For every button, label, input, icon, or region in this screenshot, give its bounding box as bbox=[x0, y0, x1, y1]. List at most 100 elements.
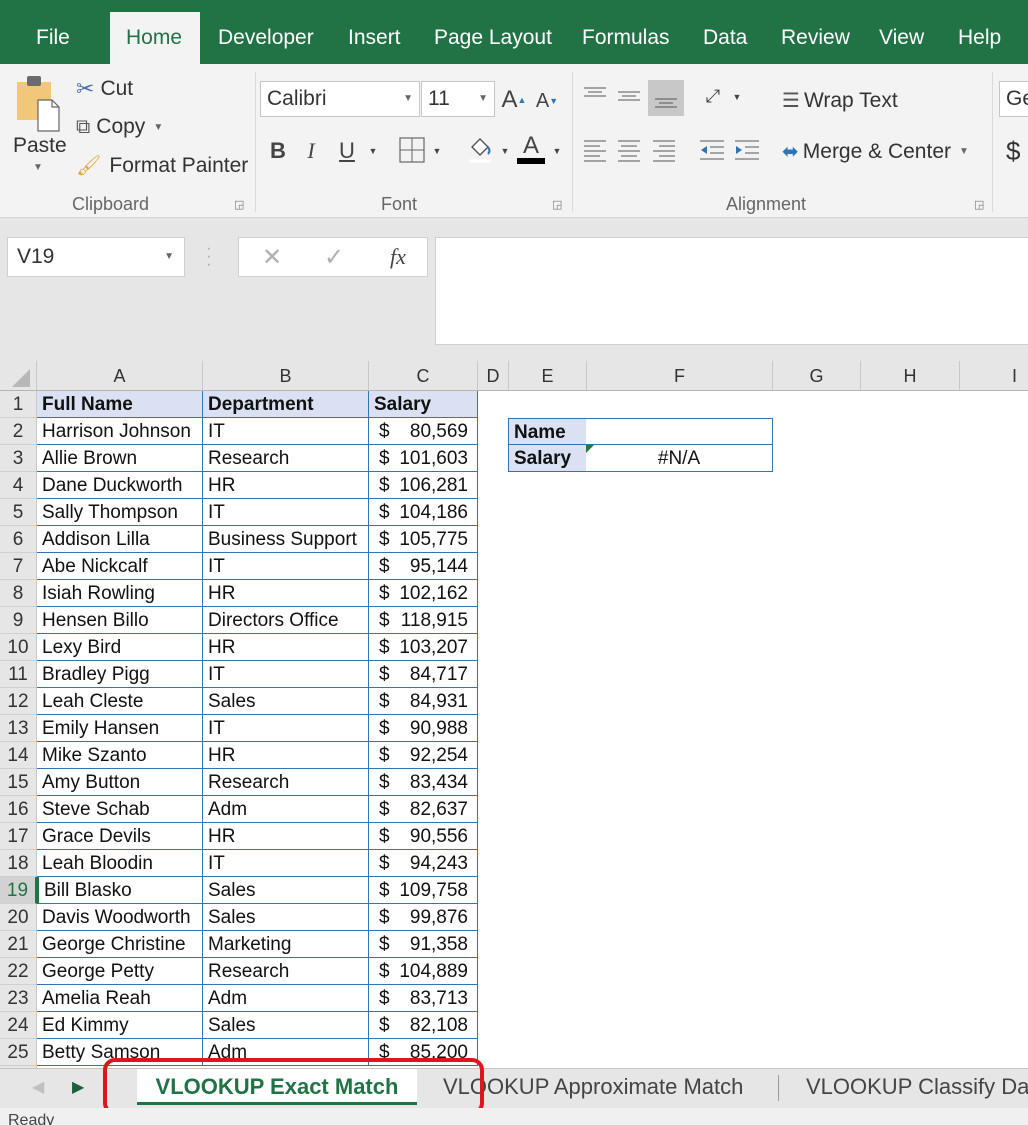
table-cell-department[interactable]: Sales bbox=[203, 1012, 369, 1039]
table-cell-name[interactable]: Dane Duckworth bbox=[37, 472, 203, 499]
error-indicator-icon[interactable] bbox=[586, 445, 594, 453]
table-cell-name[interactable]: Abe Nickcalf bbox=[37, 553, 203, 580]
table-cell-name[interactable]: Davis Woodworth bbox=[37, 904, 203, 931]
underline-button[interactable]: U bbox=[336, 136, 358, 166]
row-header-14[interactable]: 14 bbox=[0, 742, 37, 769]
table-cell-salary[interactable]: $82,108 bbox=[369, 1012, 478, 1039]
row-header-2[interactable]: 2 bbox=[0, 418, 37, 445]
italic-button[interactable]: I bbox=[300, 136, 322, 166]
merge-center-button[interactable]: ⬌ Merge & Center ▼ bbox=[782, 139, 969, 164]
orientation-dropdown-caret[interactable]: ▼ bbox=[730, 88, 744, 106]
column-header-b[interactable]: B bbox=[203, 361, 369, 391]
column-header-f[interactable]: F bbox=[587, 361, 773, 391]
table-header-full-name[interactable]: Full Name bbox=[37, 391, 203, 418]
increase-indent-icon[interactable] bbox=[732, 136, 762, 164]
table-cell-department[interactable]: IT bbox=[203, 661, 369, 688]
align-center-icon[interactable] bbox=[615, 136, 643, 164]
table-cell-salary[interactable]: $90,556 bbox=[369, 823, 478, 850]
table-cell-department[interactable]: Directors Office bbox=[203, 607, 369, 634]
row-header-15[interactable]: 15 bbox=[0, 769, 37, 796]
worksheet-grid[interactable]: ABCDEFGHI 1 2 3 4 5 6 7 8 9 10 11 12 13 14 15 16 17 18 19 2… bbox=[0, 361, 1028, 1068]
scroll-tabs-left-icon[interactable]: ◀ bbox=[32, 1077, 44, 1097]
table-cell-name[interactable]: Harrison Johnson bbox=[37, 418, 203, 445]
tab-developer[interactable]: Developer bbox=[218, 12, 314, 64]
table-cell-salary[interactable]: $95,144 bbox=[369, 553, 478, 580]
row-header-4[interactable]: 4 bbox=[0, 472, 37, 499]
table-cell-salary[interactable]: $99,876 bbox=[369, 904, 478, 931]
row-header-10[interactable]: 10 bbox=[0, 634, 37, 661]
column-header-a[interactable]: A bbox=[37, 361, 203, 391]
table-cell-salary[interactable]: $105,775 bbox=[369, 526, 478, 553]
wrap-text-button[interactable]: ☰ Wrap Text bbox=[782, 88, 898, 113]
table-cell-department[interactable]: HR bbox=[203, 742, 369, 769]
tab-page-layout[interactable]: Page Layout bbox=[434, 12, 552, 64]
row-header-16[interactable]: 16 bbox=[0, 796, 37, 823]
table-cell-department[interactable]: Research bbox=[203, 769, 369, 796]
tab-formulas[interactable]: Formulas bbox=[582, 12, 670, 64]
table-cell-salary[interactable]: $90,988 bbox=[369, 715, 478, 742]
table-cell-name[interactable]: Isiah Rowling bbox=[37, 580, 203, 607]
table-cell-department[interactable]: IT bbox=[203, 499, 369, 526]
name-box[interactable]: V19 ▼ bbox=[7, 237, 185, 277]
lookup-salary-label[interactable]: Salary bbox=[508, 445, 587, 472]
table-cell-department[interactable]: HR bbox=[203, 634, 369, 661]
table-cell-name[interactable]: Betty Samson bbox=[37, 1039, 203, 1066]
paste-label[interactable]: Paste bbox=[13, 134, 67, 158]
table-cell-salary[interactable]: $118,915 bbox=[369, 607, 478, 634]
currency-format-button[interactable]: $ bbox=[1006, 136, 1020, 167]
tab-help[interactable]: Help bbox=[958, 12, 1001, 64]
table-cell-name[interactable]: George Christine bbox=[37, 931, 203, 958]
borders-button[interactable] bbox=[398, 136, 426, 164]
table-cell-name[interactable]: Mike Szanto bbox=[37, 742, 203, 769]
table-cell-name[interactable]: Allie Brown bbox=[37, 445, 203, 472]
table-cell-department[interactable]: HR bbox=[203, 823, 369, 850]
font-size-combo[interactable]: 11 ▼ bbox=[421, 81, 495, 117]
number-format-combo[interactable]: Ge bbox=[999, 81, 1028, 117]
column-header-e[interactable]: E bbox=[509, 361, 587, 391]
lookup-name-label[interactable]: Name bbox=[508, 418, 587, 445]
table-cell-department[interactable]: IT bbox=[203, 850, 369, 877]
sheet-tab-vlookup-approximate-match[interactable]: VLOOKUP Approximate Match bbox=[443, 1069, 743, 1105]
row-header-13[interactable]: 13 bbox=[0, 715, 37, 742]
table-cell-department[interactable]: IT bbox=[203, 553, 369, 580]
font-color-dropdown-caret[interactable]: ▼ bbox=[550, 140, 564, 162]
formula-input[interactable] bbox=[435, 237, 1028, 345]
table-cell-department[interactable]: Business Support bbox=[203, 526, 369, 553]
table-cell-name[interactable]: Hensen Billo bbox=[37, 607, 203, 634]
row-header-5[interactable]: 5 bbox=[0, 499, 37, 526]
row-header-11[interactable]: 11 bbox=[0, 661, 37, 688]
row-header-23[interactable]: 23 bbox=[0, 985, 37, 1012]
row-header-12[interactable]: 12 bbox=[0, 688, 37, 715]
row-header-24[interactable]: 24 bbox=[0, 1012, 37, 1039]
table-cell-salary[interactable]: $84,931 bbox=[369, 688, 478, 715]
borders-dropdown-caret[interactable]: ▼ bbox=[430, 140, 444, 162]
table-cell-salary[interactable]: $104,889 bbox=[369, 958, 478, 985]
font-color-button[interactable]: A bbox=[516, 132, 546, 166]
table-cell-department[interactable]: Adm bbox=[203, 796, 369, 823]
tab-insert[interactable]: Insert bbox=[348, 12, 401, 64]
table-cell-department[interactable]: Sales bbox=[203, 877, 369, 904]
decrease-indent-icon[interactable] bbox=[697, 136, 727, 164]
column-header-d[interactable]: D bbox=[478, 361, 509, 391]
grip-icon[interactable]: · · · bbox=[206, 241, 211, 273]
table-cell-name[interactable]: Steve Schab bbox=[37, 796, 203, 823]
table-cell-department[interactable]: IT bbox=[203, 715, 369, 742]
table-cell-salary[interactable]: $101,603 bbox=[369, 445, 478, 472]
table-cell-department[interactable]: Adm bbox=[203, 985, 369, 1012]
table-cell-salary[interactable]: $83,434 bbox=[369, 769, 478, 796]
tab-data[interactable]: Data bbox=[703, 12, 747, 64]
table-cell-department[interactable]: HR bbox=[203, 580, 369, 607]
top-align-icon[interactable] bbox=[581, 82, 609, 108]
table-cell-salary[interactable]: $104,186 bbox=[369, 499, 478, 526]
table-cell-department[interactable]: HR bbox=[203, 472, 369, 499]
row-header-3[interactable]: 3 bbox=[0, 445, 37, 472]
row-header-9[interactable]: 9 bbox=[0, 607, 37, 634]
table-cell-department[interactable]: Marketing bbox=[203, 931, 369, 958]
font-dialog-launcher-icon[interactable]: ◲ bbox=[552, 198, 562, 211]
lookup-name-input[interactable] bbox=[586, 418, 773, 445]
table-cell-salary[interactable]: $91,358 bbox=[369, 931, 478, 958]
table-cell-salary[interactable]: $106,281 bbox=[369, 472, 478, 499]
table-cell-name[interactable]: Bill Blasko bbox=[37, 877, 203, 904]
tab-home[interactable]: Home bbox=[110, 12, 200, 64]
table-cell-name[interactable]: Amelia Reah bbox=[37, 985, 203, 1012]
